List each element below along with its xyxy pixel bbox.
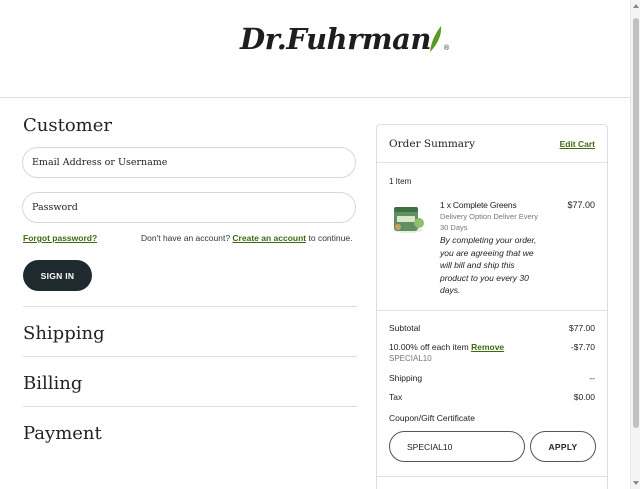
divider [377, 476, 607, 477]
page-scrollbar[interactable] [630, 0, 640, 489]
create-account-prompt: Don't have an account? Create an account… [141, 233, 352, 243]
shipping-heading[interactable]: Shipping [23, 323, 105, 344]
billing-heading[interactable]: Billing [23, 373, 82, 394]
sign-in-button[interactable]: SIGN IN [23, 260, 92, 291]
scroll-down-arrow-icon[interactable] [633, 481, 639, 485]
discount-label: 10.00% off each item [389, 342, 469, 352]
customer-heading: Customer [23, 115, 112, 136]
discount-row: 10.00% off each item Remove [389, 342, 504, 352]
subtotal-value: $77.00 [569, 323, 595, 333]
discount-code: SPECIAL10 [389, 354, 432, 363]
tax-label: Tax [389, 392, 403, 402]
apply-coupon-button[interactable]: APPLY [530, 431, 596, 462]
password-placeholder: Password [32, 202, 78, 213]
subscription-note: By completing your order, you are agreei… [440, 235, 537, 295]
remove-discount-link[interactable]: Remove [471, 342, 504, 352]
continue-text: to continue. [308, 233, 353, 243]
product-name: 1 x Complete Greens [440, 200, 517, 210]
leaf-icon [429, 26, 442, 52]
discount-value: -$7.70 [570, 342, 595, 352]
tax-value: $0.00 [573, 392, 595, 402]
divider [377, 162, 607, 163]
order-summary: Order Summary Edit Cart 1 Item 1 x Compl… [376, 124, 608, 489]
coupon-input-value: SPECIAL10 [407, 441, 453, 452]
payment-heading[interactable]: Payment [23, 423, 102, 444]
product-image [393, 207, 424, 233]
divider [23, 406, 357, 407]
product-price: $77.00 [567, 200, 595, 210]
scroll-up-arrow-icon[interactable] [633, 4, 639, 8]
divider [23, 356, 357, 357]
shipping-label: Shipping [389, 373, 423, 383]
order-summary-title: Order Summary [389, 138, 475, 150]
edit-cart-link[interactable]: Edit Cart [560, 139, 595, 149]
items-count: 1 Item [389, 177, 412, 186]
password-field[interactable]: Password [22, 192, 356, 223]
scroll-thumb[interactable] [633, 18, 639, 428]
forgot-password-link[interactable]: Forgot password? [23, 233, 97, 243]
product-delivery-option: Delivery Option Deliver Every 30 Days [440, 212, 538, 232]
logo-text: Dr.Fuhrman [240, 22, 431, 56]
subtotal-label: Subtotal [389, 323, 421, 333]
registered-mark: ® [443, 45, 450, 52]
create-account-link[interactable]: Create an account [232, 233, 306, 243]
dr-fuhrman-logo[interactable]: Dr.Fuhrman ® [240, 24, 449, 54]
shipping-value: -- [589, 373, 595, 383]
email-field[interactable]: Email Address or Username [22, 147, 356, 178]
divider [23, 306, 357, 307]
site-header: Dr.Fuhrman ® [0, 0, 630, 98]
divider [377, 310, 607, 311]
coupon-input[interactable]: SPECIAL10 [389, 431, 525, 462]
no-account-text: Don't have an account? [141, 233, 231, 243]
coupon-label: Coupon/Gift Certificate [389, 413, 475, 423]
email-placeholder: Email Address or Username [32, 157, 168, 168]
